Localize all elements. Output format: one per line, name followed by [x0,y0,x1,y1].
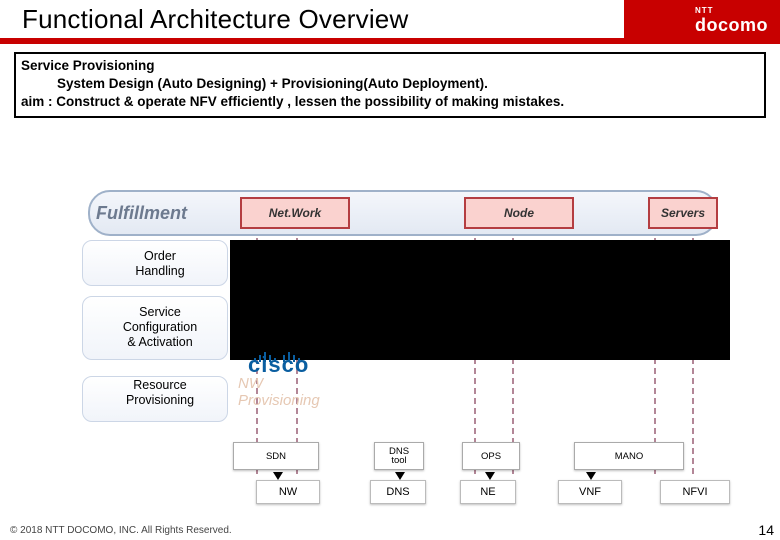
logo-docomo-text: docomo [695,15,768,36]
logo-ntt-text: NTT [695,6,768,15]
tool-box-dns-tool: DNS tool [374,442,424,470]
slide-title: Functional Architecture Overview [22,4,408,35]
target-box-nfvi: NFVI [660,480,730,504]
definition-line1: Service Provisioning [21,57,759,75]
copyright-footer: © 2018 NTT DOCOMO, INC. All Rights Reser… [10,525,232,536]
arrow-down-icon [586,472,596,480]
target-box-vnf: VNF [558,480,622,504]
arrow-down-icon [485,472,495,480]
target-box-dns: DNS [370,480,426,504]
row-label-order: Order Handling [90,249,230,279]
docomo-logo: NTT docomo [695,6,768,36]
fulfillment-label: Fulfillment [96,190,226,236]
definition-line2: System Design (Auto Designing) + Provisi… [21,75,759,93]
redacted-region [230,240,730,360]
definition-box: Service Provisioning System Design (Auto… [14,52,766,118]
row-label-rp: Resource Provisioning [90,378,230,408]
arrow-down-icon [273,472,283,480]
definition-line3: aim : Construct & operate NFV efficientl… [21,93,759,111]
column-header-servers: Servers [648,197,718,229]
arrow-down-icon [395,472,405,480]
target-box-nw: NW [256,480,320,504]
tool-box-ops: OPS [462,442,520,470]
slide-number: 14 [758,522,774,538]
title-underline [0,38,780,44]
tool-box-mano: MANO [574,442,684,470]
nw-provisioning-line2: Provisioning [238,393,320,410]
column-header-node: Node [464,197,574,229]
nw-provisioning-line1: NW [238,376,320,393]
target-box-ne: NE [460,480,516,504]
tool-box-sdn: SDN [233,442,319,470]
row-labels: Order Handling Service Configuration & A… [90,244,230,428]
column-header-network: Net.Work [240,197,350,229]
slide: Functional Architecture Overview NTT doc… [0,0,780,540]
row-label-sca: Service Configuration & Activation [90,305,230,350]
nw-provisioning-ghost-label: NW Provisioning [238,376,320,409]
